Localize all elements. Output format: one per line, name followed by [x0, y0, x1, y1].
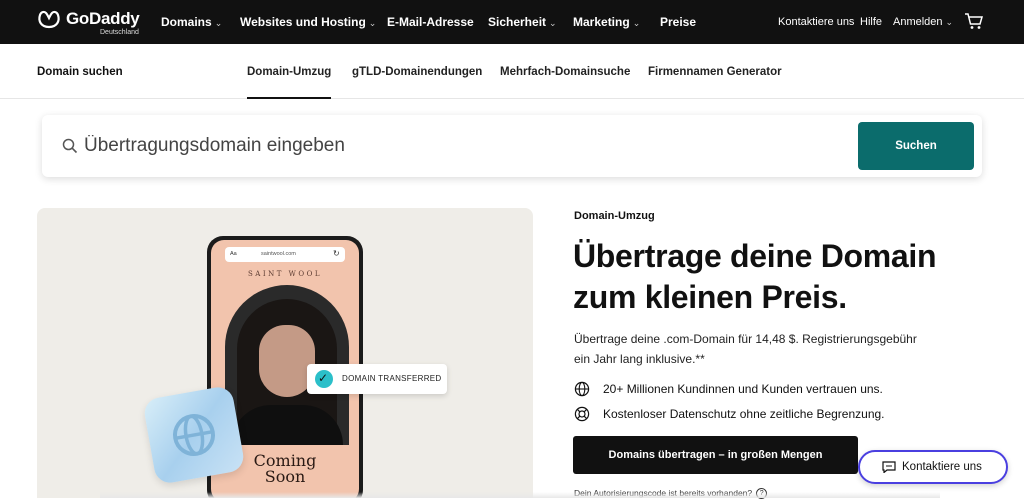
nav-security-label: Sicherheit — [488, 15, 547, 29]
globe-icon — [574, 381, 590, 397]
subnav-title[interactable]: Domain suchen — [37, 66, 123, 78]
login-menu[interactable]: Anmelden ⌄ — [893, 16, 953, 28]
subnav-business-name-generator[interactable]: Firmennamen Generator — [648, 66, 782, 78]
chevron-down-icon: ⌄ — [214, 18, 223, 28]
chevron-down-icon: ⌄ — [368, 18, 377, 28]
godaddy-logo[interactable]: GoDaddy Deutschland — [37, 8, 147, 38]
nav-domains-label: Domains — [161, 15, 212, 29]
hero-headline: Übertrage deine Domain zum kleinen Preis… — [573, 236, 993, 318]
nav-marketing[interactable]: Marketing ⌄ — [573, 15, 640, 29]
check-circle-icon: ✓ — [315, 370, 333, 388]
headline-line2: zum kleinen Preis. — [573, 279, 847, 315]
chevron-down-icon: ⌄ — [632, 18, 641, 28]
url-text: saintwool.com — [261, 251, 296, 257]
lifebuoy-icon — [574, 406, 590, 422]
nav-prices[interactable]: Preise — [660, 15, 696, 29]
search-icon — [62, 138, 78, 154]
top-navigation: GoDaddy Deutschland Domains ⌄ Websites un… — [0, 0, 1024, 44]
contact-link[interactable]: Kontaktiere uns — [778, 16, 854, 28]
domain-search-input[interactable] — [84, 130, 844, 162]
nav-security[interactable]: Sicherheit ⌄ — [488, 15, 557, 29]
nav-prices-label: Preise — [660, 15, 697, 29]
description-line1: Übertrage deine .com-Domain für 14,48 $.… — [574, 332, 917, 346]
subnav-domain-transfer[interactable]: Domain-Umzug — [247, 66, 332, 99]
cart-icon[interactable] — [964, 12, 984, 30]
chevron-down-icon: ⌄ — [945, 17, 954, 27]
nav-domains[interactable]: Domains ⌄ — [161, 15, 222, 29]
check-icon: ✓ — [318, 371, 329, 385]
hero-description: Übertrage deine .com-Domain für 14,48 $.… — [574, 329, 984, 369]
help-link[interactable]: Hilfe — [860, 16, 882, 28]
site-brand-name: SAINT WOOL — [248, 270, 322, 278]
section-divider-shadow — [100, 492, 940, 498]
nav-email-label: E-Mail-Adresse — [387, 15, 474, 29]
chat-bubble-icon — [882, 461, 896, 473]
subnav-bulk-search[interactable]: Mehrfach-Domainsuche — [500, 66, 630, 78]
badge-label: DOMAIN TRANSFERRED — [342, 374, 442, 383]
nav-websites-hosting[interactable]: Websites und Hosting ⌄ — [240, 15, 376, 29]
godaddy-logo-icon — [38, 10, 60, 29]
bullet-customers-text: 20+ Millionen Kundinnen und Kunden vertr… — [603, 382, 883, 396]
bullet-privacy-text: Kostenloser Datenschutz ohne zeitliche B… — [603, 407, 885, 421]
sub-navigation: Domain suchen Domain-Umzug gTLD-Domainen… — [0, 44, 1024, 99]
description-line2: ein Jahr lang inklusive.** — [574, 352, 705, 366]
globe-tile — [142, 384, 246, 486]
login-label: Anmelden — [893, 16, 943, 28]
nav-email[interactable]: E-Mail-Adresse — [387, 15, 474, 29]
chat-contact-button[interactable]: Kontaktiere uns — [858, 450, 1008, 484]
chevron-down-icon: ⌄ — [549, 18, 557, 28]
logo-region: Deutschland — [100, 29, 139, 36]
reload-icon: ↻ — [333, 249, 340, 258]
headline-line1: Übertrage deine Domain — [573, 238, 937, 274]
logo-wordmark: GoDaddy — [66, 9, 140, 28]
search-button[interactable]: Suchen — [858, 122, 974, 170]
globe-icon — [173, 414, 215, 456]
domain-search-box: Suchen — [42, 115, 982, 177]
hero-illustration: Aa saintwool.com ↻ SAINT WOOL Coming Soo… — [37, 208, 533, 498]
url-text-size: Aa — [230, 251, 237, 257]
browser-url-bar: Aa saintwool.com ↻ — [225, 247, 345, 262]
bulk-transfer-button[interactable]: Domains übertragen – in großen Mengen — [573, 436, 858, 474]
nav-marketing-label: Marketing — [573, 15, 630, 29]
subnav-gtld[interactable]: gTLD-Domainendungen — [352, 66, 482, 78]
chat-label: Kontaktiere uns — [902, 461, 982, 473]
hero-eyebrow: Domain-Umzug — [574, 210, 655, 222]
domain-transferred-badge: ✓ DOMAIN TRANSFERRED — [307, 364, 447, 394]
nav-websites-label: Websites und Hosting — [240, 15, 366, 29]
